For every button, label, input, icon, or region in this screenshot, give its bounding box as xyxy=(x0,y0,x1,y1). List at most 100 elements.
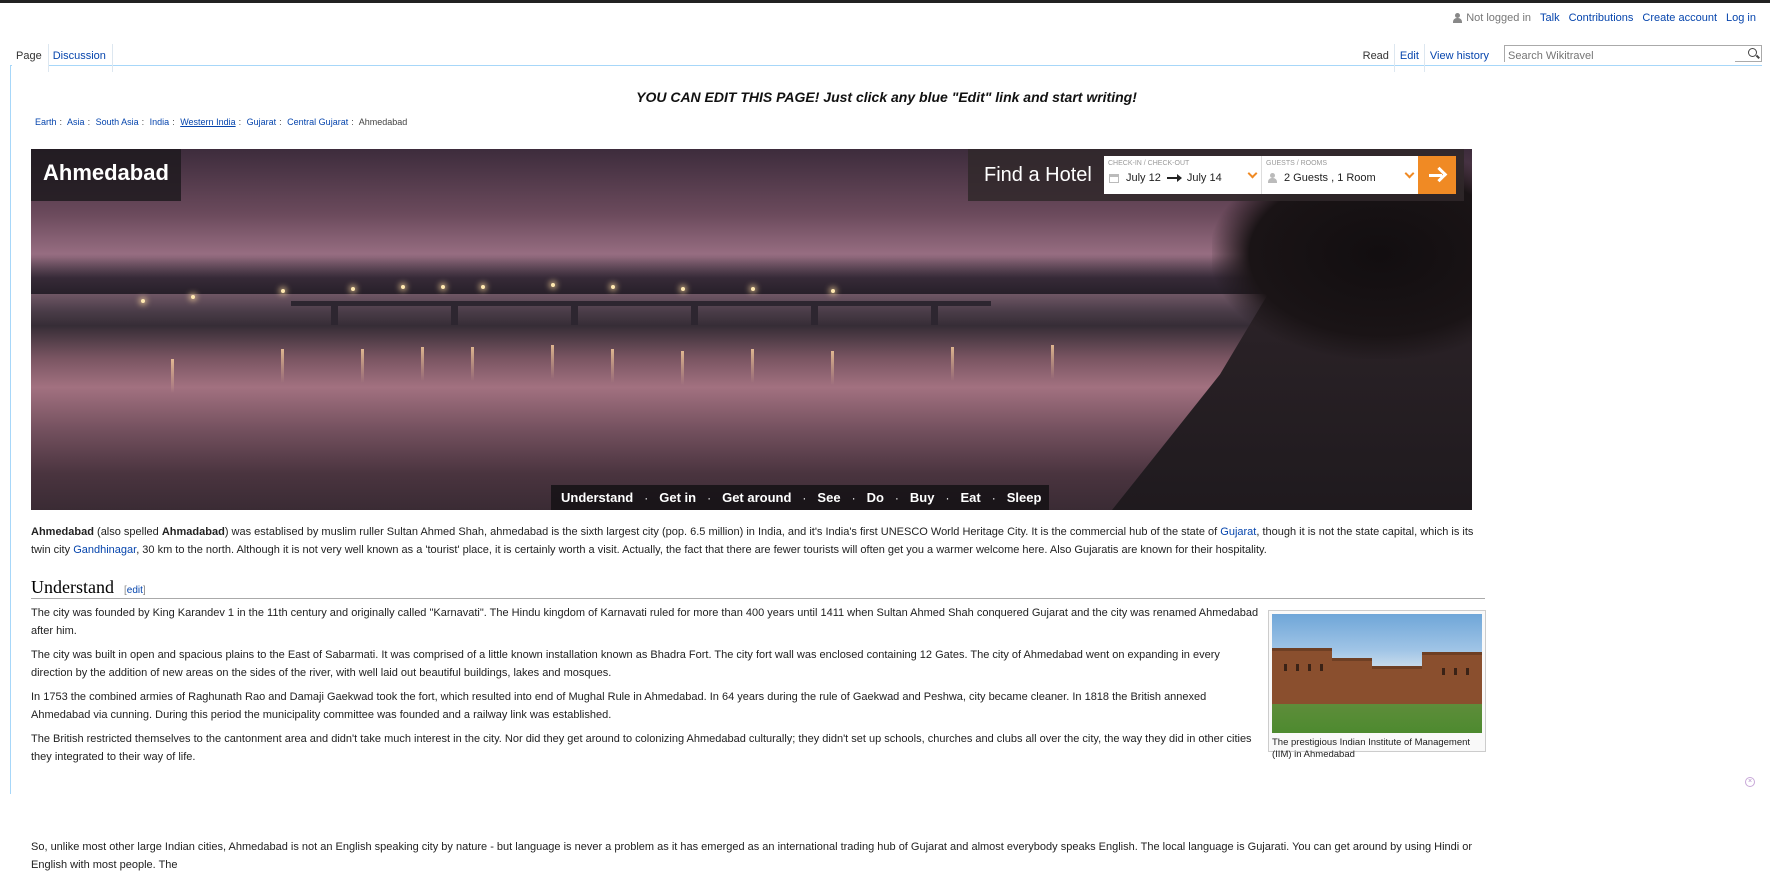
lead-paragraph: Ahmedabad (also spelled Ahmadabad) was e… xyxy=(31,523,1486,559)
light-reflection xyxy=(281,349,284,383)
link-gujarat[interactable]: Gujarat xyxy=(1220,526,1256,538)
city-light xyxy=(191,295,195,299)
breadcrumb-current: Ahmedabad xyxy=(359,117,408,127)
city-light xyxy=(751,287,755,291)
site-notice: YOU CAN EDIT THIS PAGE! Just click any b… xyxy=(11,89,1762,105)
close-icon[interactable]: × xyxy=(1745,777,1755,787)
breadcrumb-gujarat[interactable]: Gujarat xyxy=(247,117,277,127)
window xyxy=(1308,664,1311,671)
city-light xyxy=(831,289,835,293)
breadcrumb-separator: : xyxy=(88,117,91,127)
quicknav-do[interactable]: Do xyxy=(867,490,884,505)
checkout-date: July 14 xyxy=(1187,172,1222,184)
top-border xyxy=(0,0,1770,3)
city-light xyxy=(141,299,145,303)
window xyxy=(1320,664,1323,671)
breadcrumb-separator: : xyxy=(239,117,242,127)
section-title: Understand xyxy=(31,577,114,598)
bridge-pier xyxy=(451,301,458,325)
hotel-search-button[interactable] xyxy=(1418,156,1456,194)
building xyxy=(1372,666,1422,704)
thumbnail-figure: The prestigious Indian Institute of Mana… xyxy=(1268,610,1486,752)
breadcrumb-earth[interactable]: Earth xyxy=(35,117,57,127)
section-heading-understand: Understand [edit] xyxy=(31,577,1485,599)
window xyxy=(1442,668,1445,675)
breadcrumb-south-asia[interactable]: South Asia xyxy=(96,117,139,127)
thumbnail-caption: The prestigious Indian Institute of Mana… xyxy=(1272,737,1482,761)
city-light xyxy=(351,287,355,291)
search-icon[interactable] xyxy=(1748,48,1757,57)
checkin-caption: CHECK-IN / CHECK-OUT xyxy=(1108,160,1189,167)
breadcrumb-asia[interactable]: Asia xyxy=(67,117,85,127)
quicknav-separator: · xyxy=(644,491,648,505)
talk-link[interactable]: Talk xyxy=(1540,12,1560,24)
guests-picker[interactable]: GUESTS / ROOMS 2 Guests , 1 Room xyxy=(1262,156,1418,194)
user-icon xyxy=(1453,13,1462,23)
content-area: YOU CAN EDIT THIS PAGE! Just click any b… xyxy=(10,66,1762,794)
window xyxy=(1466,668,1469,675)
breadcrumb-central-gujarat[interactable]: Central Gujarat xyxy=(287,117,348,127)
breadcrumb-india[interactable]: India xyxy=(150,117,170,127)
quicknav-see[interactable]: See xyxy=(817,490,840,505)
light-reflection xyxy=(681,351,684,385)
breadcrumb-separator: : xyxy=(172,117,175,127)
city-light xyxy=(551,283,555,287)
section-edit-link[interactable]: edit xyxy=(127,585,143,596)
chevron-down-icon xyxy=(1405,169,1415,179)
understand-section-body: The city was founded by King Karandev 1 … xyxy=(31,604,1261,772)
light-reflection xyxy=(751,349,754,383)
window xyxy=(1296,664,1299,671)
light-reflection xyxy=(831,351,834,385)
light-reflection xyxy=(551,345,554,379)
breadcrumb-western-india[interactable]: Western India xyxy=(180,117,235,127)
bridge-pier xyxy=(691,301,698,325)
link-gandhinagar[interactable]: Gandhinagar xyxy=(73,544,136,556)
contributions-link[interactable]: Contributions xyxy=(1569,12,1634,24)
checkin-date: July 12 xyxy=(1126,172,1161,184)
window xyxy=(1284,664,1287,671)
paragraph: The British restricted themselves to the… xyxy=(31,730,1261,766)
building xyxy=(1272,648,1332,704)
quicknav-buy[interactable]: Buy xyxy=(910,490,935,505)
light-reflection xyxy=(471,347,474,381)
bridge-pier xyxy=(931,301,938,325)
quicknav-separator: · xyxy=(707,491,711,505)
not-logged-in: Not logged in xyxy=(1453,12,1531,24)
quicknav-eat[interactable]: Eat xyxy=(960,490,980,505)
bridge-pier xyxy=(571,301,578,325)
search-box xyxy=(1504,45,1762,62)
paragraph: In 1753 the combined armies of Raghunath… xyxy=(31,688,1261,724)
breadcrumb-separator: : xyxy=(142,117,145,127)
log-in-link[interactable]: Log in xyxy=(1726,12,1756,24)
lead-text: , 30 km to the north. Although it is not… xyxy=(136,544,1267,556)
search-input[interactable] xyxy=(1505,49,1735,64)
hotel-widget-label: Find a Hotel xyxy=(984,149,1092,201)
lead-bold-alt-name: Ahmadabad xyxy=(162,526,225,538)
quicknav-sleep[interactable]: Sleep xyxy=(1007,490,1042,505)
quicknav-separator: · xyxy=(945,491,949,505)
light-reflection xyxy=(611,349,614,383)
hotel-search-widget: Find a Hotel CHECK-IN / CHECK-OUT July 1… xyxy=(968,149,1464,201)
lead-text: ) was establised by muslim ruller Sultan… xyxy=(225,526,1220,538)
breadcrumb: Earth: Asia: South Asia: India: Western … xyxy=(35,117,407,127)
thumbnail-image[interactable] xyxy=(1272,614,1482,733)
breadcrumb-separator: : xyxy=(60,117,63,127)
city-light xyxy=(681,287,685,291)
page-banner: Ahmedabad Find a Hotel CHECK-IN / CHECK-… xyxy=(31,149,1472,510)
arrow-right-icon xyxy=(1167,177,1181,179)
quicknav-get-around[interactable]: Get around xyxy=(722,490,791,505)
breadcrumb-separator: : xyxy=(351,117,354,127)
quicknav-understand[interactable]: Understand xyxy=(561,490,633,505)
quicknav-separator: · xyxy=(895,491,899,505)
personal-tools: Not logged in Talk Contributions Create … xyxy=(1453,12,1756,24)
create-account-link[interactable]: Create account xyxy=(1642,12,1717,24)
guests-caption: GUESTS / ROOMS xyxy=(1266,160,1327,167)
light-reflection xyxy=(1051,345,1054,379)
building xyxy=(1422,652,1482,704)
quicknav-get-in[interactable]: Get in xyxy=(659,490,696,505)
page-title: Ahmedabad xyxy=(31,149,181,201)
date-picker[interactable]: CHECK-IN / CHECK-OUT July 12 July 14 xyxy=(1104,156,1262,194)
light-reflection xyxy=(171,359,174,393)
bridge-pier xyxy=(811,301,818,325)
quicknav-separator: · xyxy=(852,491,856,505)
